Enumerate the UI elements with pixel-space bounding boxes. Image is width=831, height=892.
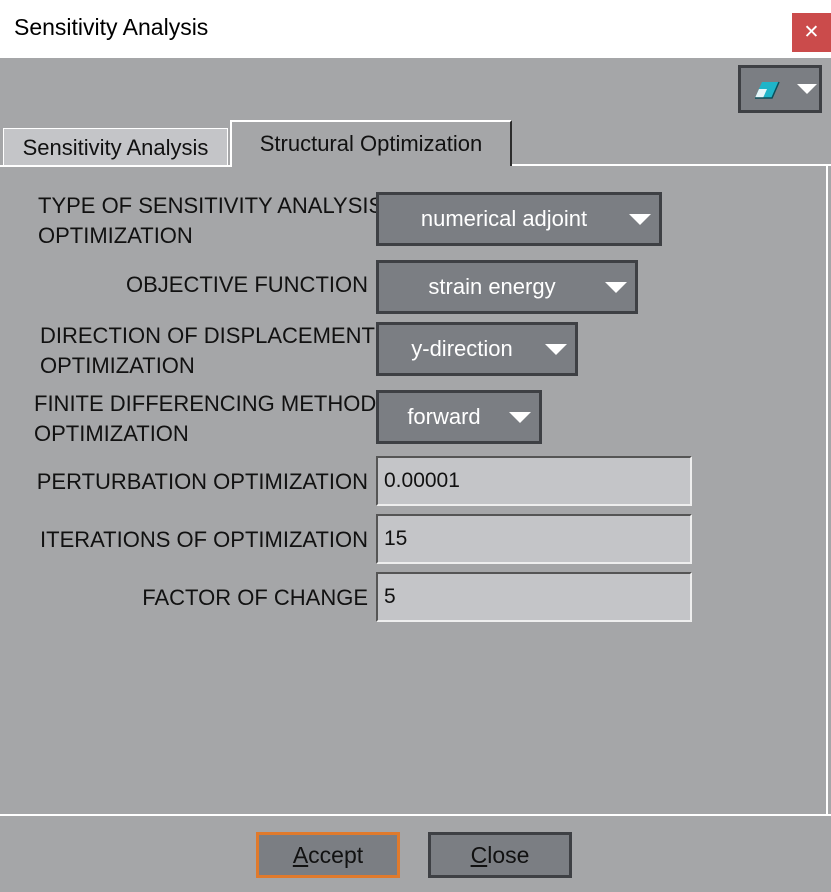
title-bar: Sensitivity Analysis ✕ (0, 0, 831, 58)
accept-button[interactable]: Accept (256, 832, 400, 878)
eraser-icon (755, 81, 780, 99)
close-button[interactable]: Close (428, 832, 572, 878)
chevron-down-icon (797, 84, 817, 94)
window-title: Sensitivity Analysis (14, 14, 209, 40)
tab-strip: Sensitivity Analysis Structural Optimiza… (0, 120, 831, 166)
button-bar: Accept Close (0, 816, 831, 892)
displacement-direction-dropdown[interactable]: y-direction (376, 322, 578, 376)
tool-menu-button[interactable] (738, 65, 822, 113)
factor-of-change-input[interactable]: 5 (376, 572, 692, 622)
chevron-down-icon (545, 343, 567, 355)
finite-difference-dropdown[interactable]: forward (376, 390, 542, 444)
chevron-down-icon (629, 213, 651, 225)
tab-structural-optimization[interactable]: Structural Optimization (230, 120, 512, 166)
finite-difference-label: FINITE DIFFERENCING METHOD OPTIMIZATION (34, 391, 377, 446)
dropdown-value: y-direction (411, 336, 513, 361)
sensitivity-type-dropdown[interactable]: numerical adjoint (376, 192, 662, 246)
chevron-down-icon (605, 281, 627, 293)
close-window-button[interactable]: ✕ (792, 13, 831, 52)
iterations-input[interactable]: 15 (376, 514, 692, 564)
tab-label: Structural Optimization (259, 131, 483, 156)
displacement-direction-label: DIRECTION OF DISPLACEMENT OPTIMIZATION (40, 323, 375, 378)
tab-sensitivity-analysis[interactable]: Sensitivity Analysis (3, 128, 228, 166)
objective-function-dropdown[interactable]: strain energy (376, 260, 638, 314)
chevron-down-icon (509, 411, 531, 423)
dialog-body: Sensitivity Analysis Structural Optimiza… (0, 58, 831, 892)
tab-divider (0, 165, 232, 167)
sensitivity-type-label: TYPE OF SENSITIVITY ANALYSIS OPTIMIZATIO… (38, 193, 384, 248)
tab-label: Sensitivity Analysis (22, 134, 209, 160)
dropdown-value: strain energy (428, 274, 556, 299)
tab-divider (512, 164, 831, 166)
dropdown-value: numerical adjoint (420, 206, 588, 231)
perturbation-input[interactable]: 0.00001 (376, 456, 692, 506)
close-icon: ✕ (803, 22, 820, 43)
factor-of-change-label: FACTOR OF CHANGE (142, 585, 368, 610)
objective-function-label: OBJECTIVE FUNCTION (125, 272, 368, 297)
panel-border (826, 164, 828, 814)
dropdown-value: forward (407, 404, 481, 429)
perturbation-label: PERTURBATION OPTIMIZATION (36, 469, 368, 494)
iterations-label: ITERATIONS OF OPTIMIZATION (40, 527, 368, 552)
